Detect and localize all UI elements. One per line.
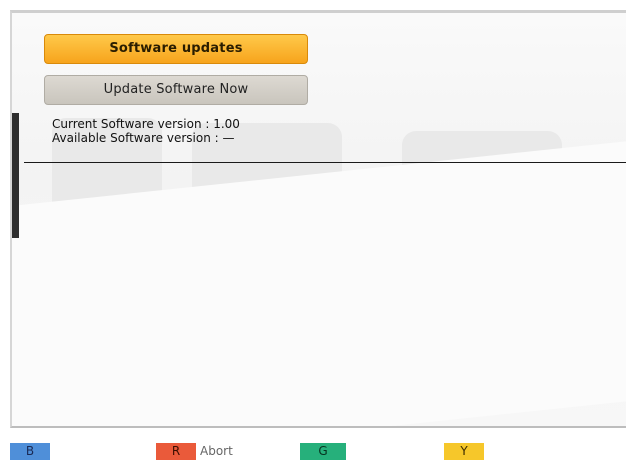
left-edge-strip <box>12 113 19 238</box>
red-key-button[interactable]: R <box>156 443 196 460</box>
main-panel: Software updates Update Software Now Cur… <box>10 10 626 428</box>
software-updates-button[interactable]: Software updates <box>44 34 308 64</box>
blue-key-button[interactable]: B <box>10 443 50 460</box>
color-key-bar: B R Abort G Y <box>0 440 626 460</box>
yellow-key-button[interactable]: Y <box>444 443 484 460</box>
abort-label: Abort <box>200 444 233 458</box>
divider <box>24 162 626 163</box>
available-version-text: Available Software version : — <box>52 131 235 145</box>
current-version-text: Current Software version : 1.00 <box>52 117 240 131</box>
green-key-button[interactable]: G <box>300 443 346 460</box>
screen: Software updates Update Software Now Cur… <box>0 0 626 460</box>
update-software-now-button[interactable]: Update Software Now <box>44 75 308 105</box>
